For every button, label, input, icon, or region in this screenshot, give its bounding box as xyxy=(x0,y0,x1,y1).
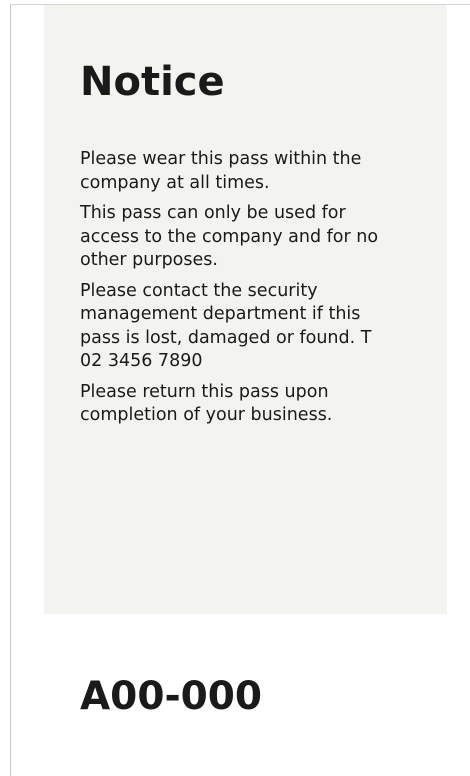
card-edge-left xyxy=(10,4,11,776)
pass-id-number: A00-000 xyxy=(80,674,263,719)
notice-title: Notice xyxy=(80,59,225,105)
notice-paragraph-usage: This pass can only be used for access to… xyxy=(80,203,379,270)
notice-paragraph-return: Please return this pass upon completion … xyxy=(80,381,333,426)
notice-body: Please wear this pass within the company… xyxy=(80,148,380,435)
notice-paragraph-wear: Please wear this pass within the company… xyxy=(80,149,362,193)
notice-paragraph-contact: Please contact the security management d… xyxy=(80,280,372,372)
pass-card-back: Notice Please wear this pass within the … xyxy=(0,0,470,776)
